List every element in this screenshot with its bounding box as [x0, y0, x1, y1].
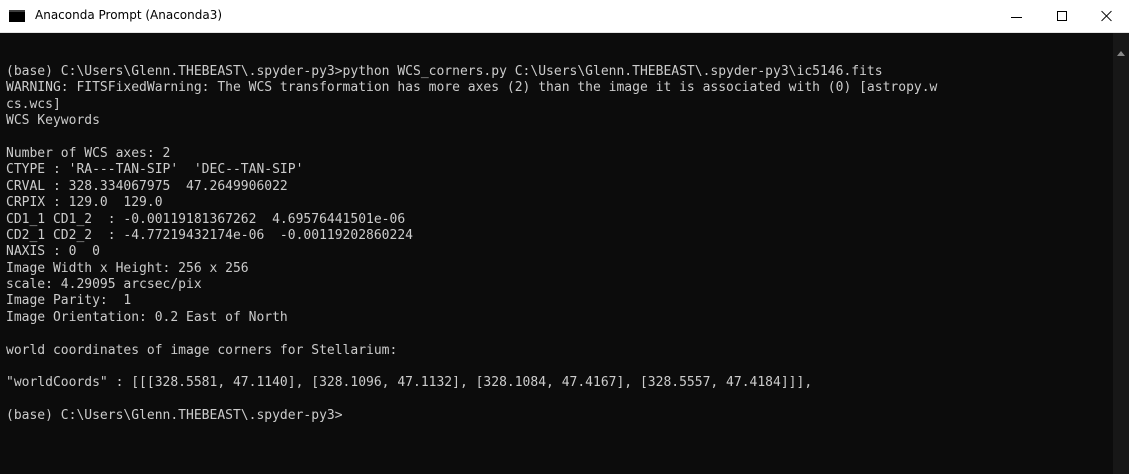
terminal-icon: [9, 10, 25, 22]
console-window: Anaconda Prompt (Anaconda3) (base) C:\Us…: [0, 0, 1129, 474]
console-line: WARNING: FITSFixedWarning: The WCS trans…: [6, 80, 938, 96]
console-line: (base) C:\Users\Glenn.THEBEAST\.spyder-p…: [6, 64, 883, 79]
maximize-icon: [1057, 11, 1067, 21]
console-line: CD1_1 CD1_2 : -0.00119181367262 4.695764…: [6, 211, 406, 227]
console-prompt-line[interactable]: (base) C:\Users\Glenn.THEBEAST\.spyder-p…: [6, 408, 937, 424]
console-line: world coordinates of image corners for S…: [6, 342, 398, 358]
scrollbar-thumb[interactable]: [1116, 69, 1126, 469]
console-line: "worldCoords" : [[[328.5581, 47.1140], […: [6, 375, 813, 391]
console-line: CD2_1 CD2_2 : -4.77219432174e-06 -0.0011…: [6, 227, 413, 243]
console-line: NAXIS : 0 0: [6, 244, 100, 260]
console-line: Image Orientation: 0.2 East of North: [6, 309, 288, 325]
console-line: CRPIX : 129.0 129.0: [6, 195, 163, 211]
console-line: CTYPE : 'RA---TAN-SIP' 'DEC--TAN-SIP': [6, 162, 304, 178]
console-line: WCS Keywords: [6, 113, 100, 129]
scroll-up-arrow-icon[interactable]: [1117, 51, 1125, 56]
minimize-icon: [1010, 16, 1022, 18]
console-output[interactable]: (base) C:\Users\Glenn.THEBEAST\.spyder-p…: [0, 33, 1113, 474]
console-lines: (base) C:\Users\Glenn.THEBEAST\.spyder-p…: [6, 64, 937, 425]
console-line: cs.wcs]: [6, 96, 61, 112]
close-icon: [1101, 10, 1113, 22]
vertical-scrollbar[interactable]: [1113, 33, 1129, 474]
minimize-button[interactable]: [993, 0, 1039, 32]
title-bar[interactable]: Anaconda Prompt (Anaconda3): [0, 0, 1129, 33]
console-line: Image Width x Height: 256 x 256: [6, 260, 249, 276]
console-line: Image Parity: 1: [6, 293, 132, 309]
console-line: scale: 4.29095 arcsec/pix: [6, 277, 202, 293]
maximize-button[interactable]: [1039, 0, 1085, 32]
close-button[interactable]: [1085, 0, 1129, 32]
window-title: Anaconda Prompt (Anaconda3): [35, 8, 223, 22]
console-line: CRVAL : 328.334067975 47.2649906022: [6, 178, 288, 194]
console-line: Number of WCS axes: 2: [6, 145, 171, 161]
